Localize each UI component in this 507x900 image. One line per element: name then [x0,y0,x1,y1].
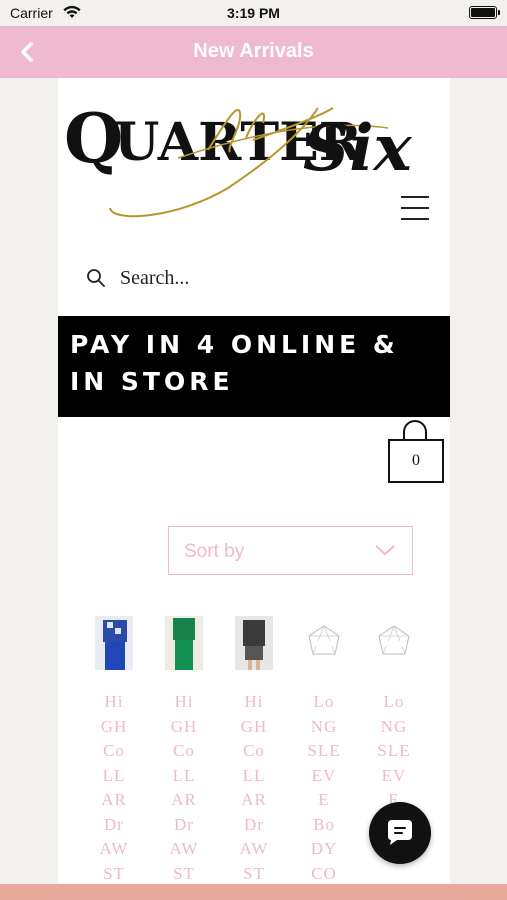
name-line: Lo [383,692,405,711]
chat-bubble-icon [388,820,412,845]
name-line: Dr [174,814,194,834]
product-name: Hi GH Co LL AR Dr AW ST [79,690,149,884]
name-line: Dr [244,814,264,834]
name-line: AW [169,839,199,858]
name-line: GH [100,716,128,736]
name-line: CO [311,863,337,883]
chevron-down-icon [375,545,395,556]
name-line: GH [170,716,198,736]
battery-icon [469,6,500,19]
name-line: Lo [313,692,335,711]
product-image-green-outfit [165,616,203,670]
page-title: New Arrivals [193,40,314,62]
name-line: ST [173,863,195,883]
promo-line-1: PAY IN 4 ONLINE & [70,330,399,359]
bottom-strip [0,884,507,900]
sort-label: Sort by [184,541,245,562]
name-line: NG [380,716,408,736]
menu-line [401,218,429,220]
name-line: SLE [307,741,341,760]
name-line: LL [172,765,196,785]
promo-text: PAY IN 4 ONLINE & IN STORE [70,326,440,400]
clock: 3:19 PM [227,5,280,21]
placeholder-logo-icon [375,616,413,670]
name-line: SLE [377,741,411,760]
name-line: Hi [244,692,264,711]
name-line: AR [101,790,127,809]
name-line: Dr [104,814,124,834]
search-input[interactable] [120,266,360,290]
cart-count: 0 [412,452,420,469]
name-line: Co [243,741,265,760]
name-line: Bo [313,814,335,834]
placeholder-logo-icon [305,616,343,670]
name-line: GH [240,716,268,736]
product-name: Hi GH Co LL AR Dr AW ST [149,690,219,884]
name-line: DY [310,839,338,858]
promo-line-2: IN STORE [70,367,234,396]
product-name: Lo NG SLE EV E Bo DY CO [289,690,359,884]
name-line: AW [99,839,129,858]
name-line: Co [173,741,195,760]
name-line: AR [241,790,267,809]
name-line: E [318,790,330,809]
name-line: AR [171,790,197,809]
web-content: Q UARTER Six PAY IN 4 ONLINE & IN STORE … [58,78,450,884]
product-name: Hi GH Co LL AR Dr AW ST [219,690,289,884]
name-line: EV [381,765,407,785]
status-bar: Carrier 3:19 PM [0,0,507,26]
menu-line [401,207,429,209]
name-line: EV [311,765,337,785]
search-icon [87,269,105,287]
name-line: Co [103,741,125,760]
search-bar[interactable] [86,262,386,294]
product-image-blue-outfit [95,616,133,670]
sort-dropdown[interactable]: Sort by [168,526,413,575]
bag-handle [403,420,427,440]
menu-hamburger-button[interactable] [401,196,429,222]
name-line: AW [239,839,269,858]
product-image-grey-outfit [235,616,273,670]
svg-text:Six: Six [303,111,413,186]
nav-bar: New Arrivals [0,26,507,78]
chat-button[interactable] [369,802,431,864]
name-line: ST [243,863,265,883]
store-logo[interactable]: Q UARTER Six [58,78,450,228]
name-line: LL [242,765,266,785]
cart-button[interactable]: 0 [388,420,444,484]
name-line: ST [103,863,125,883]
promo-banner: PAY IN 4 ONLINE & IN STORE [58,316,450,417]
name-line: NG [310,716,338,736]
name-line: LL [102,765,126,785]
menu-line [401,196,429,198]
name-line: Hi [174,692,194,711]
name-line: Hi [104,692,124,711]
